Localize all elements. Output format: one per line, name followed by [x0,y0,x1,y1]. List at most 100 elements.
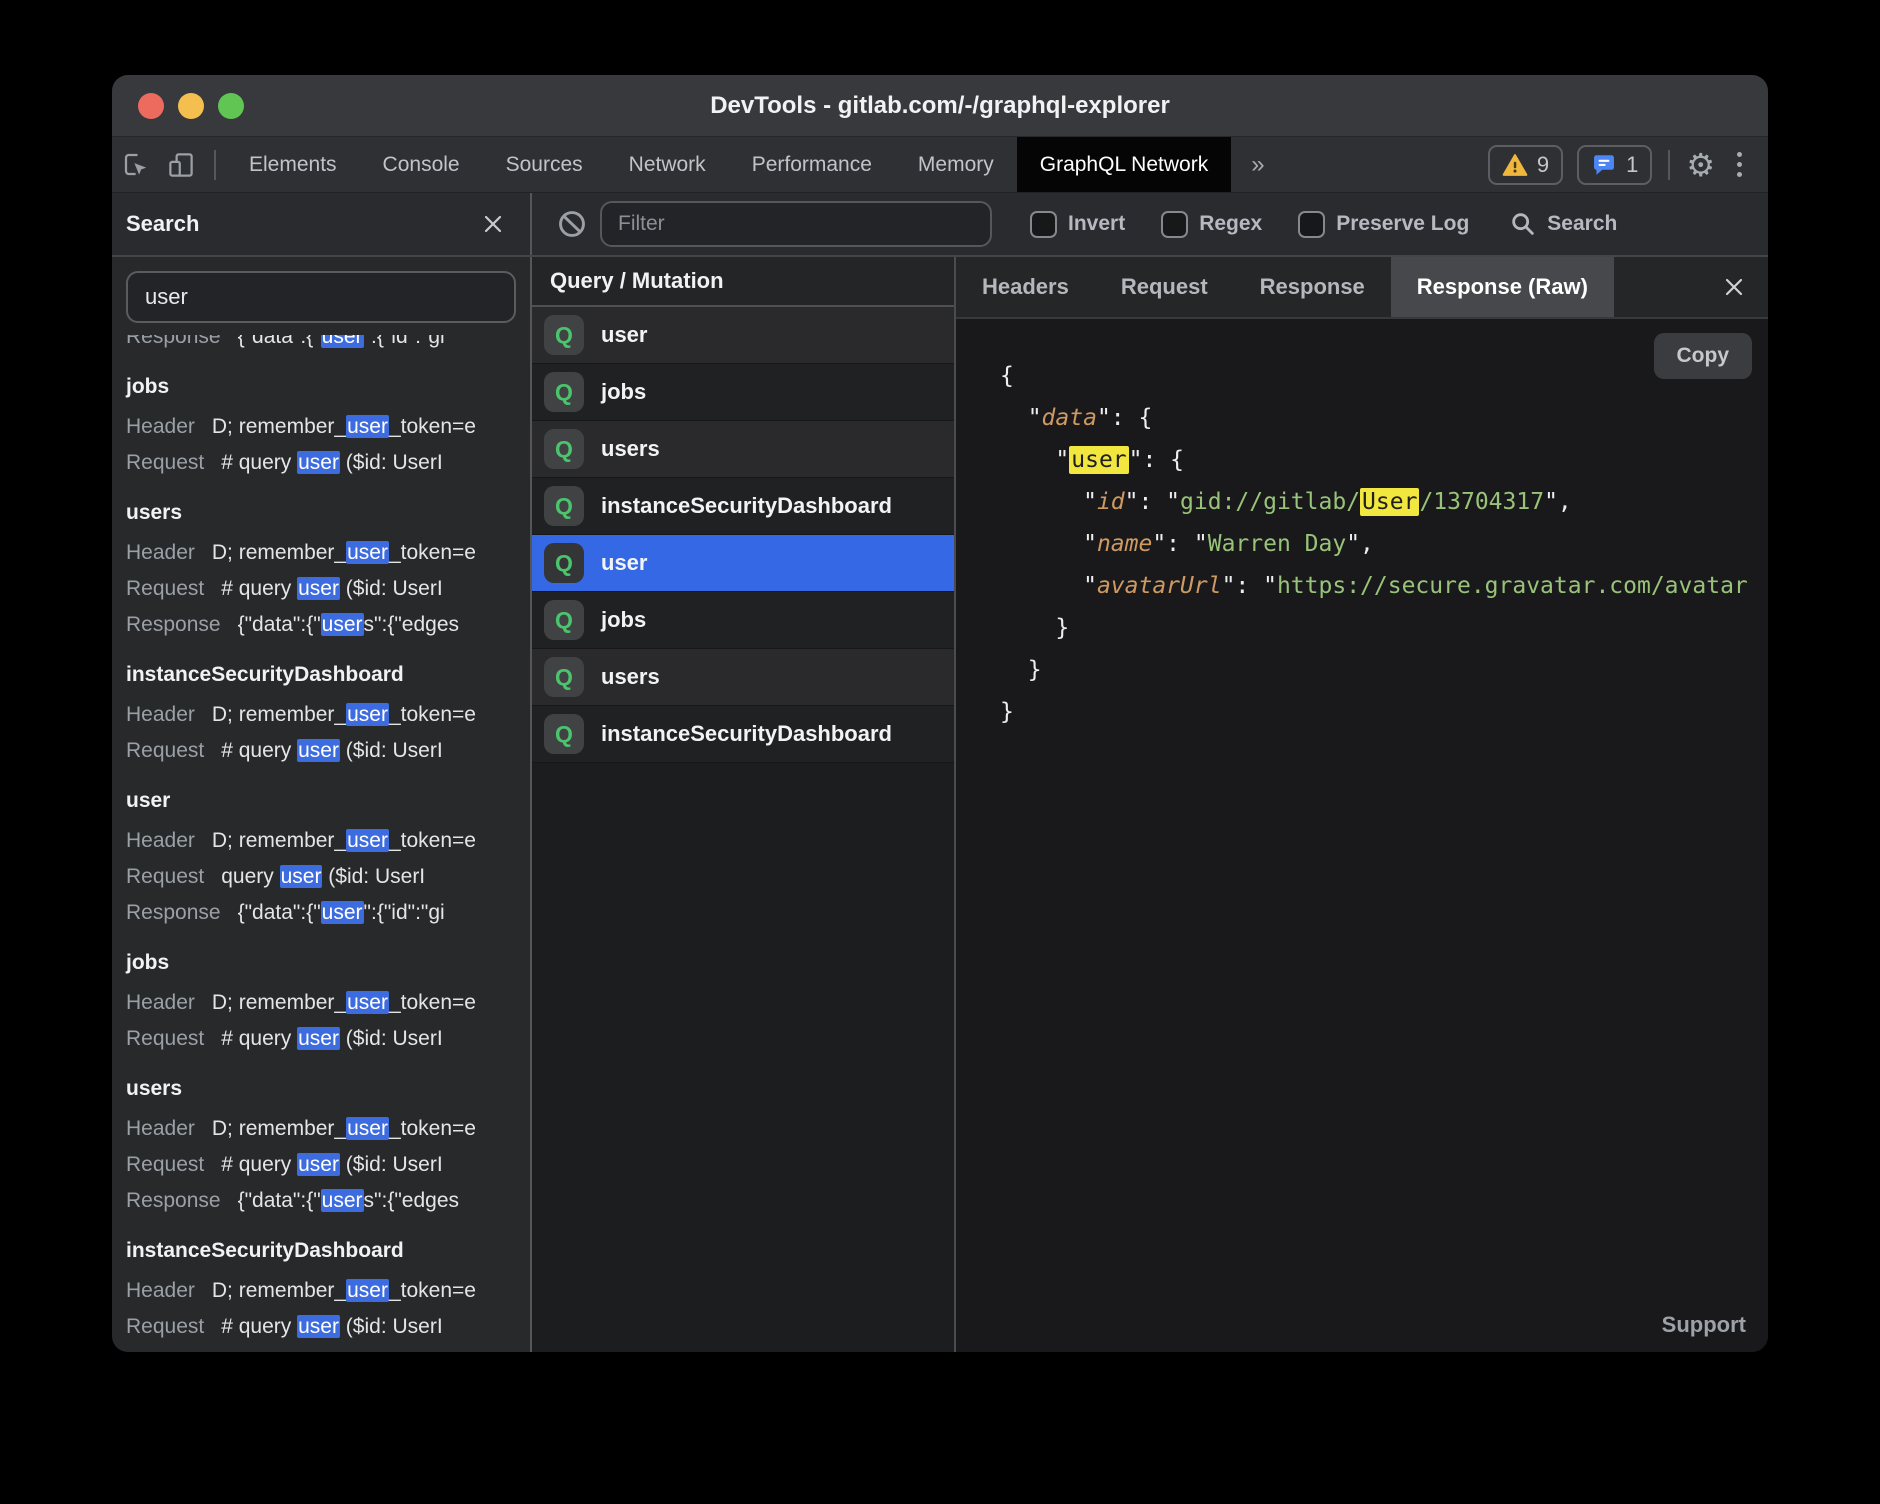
more-tabs-button[interactable]: » [1231,137,1284,192]
result-row-value: query user ($id: UserI [221,865,425,888]
device-toolbar-button[interactable] [158,137,204,192]
checkbox-box[interactable] [1298,211,1325,238]
tab-network[interactable]: Network [606,137,729,192]
search-query-input[interactable] [126,271,516,323]
search-result-row[interactable]: Request# query user ($id: UserI [112,445,530,481]
result-text-segment: # query [221,451,297,474]
clear-requests-icon[interactable] [556,208,588,240]
query-item-user[interactable]: Quser [532,307,954,364]
query-item-users[interactable]: Qusers [532,649,954,706]
search-result-row[interactable]: HeaderD; remember_user_token=e [112,1111,530,1147]
checkbox-box[interactable] [1161,211,1188,238]
query-type-badge: Q [544,315,584,355]
inspect-element-button[interactable] [112,137,158,192]
tab-performance[interactable]: Performance [729,137,895,192]
checkbox-box[interactable] [1030,211,1057,238]
warnings-badge[interactable]: 9 [1488,145,1563,185]
search-result-row[interactable]: Response{"data":{"users":{"edges [112,1183,530,1219]
query-item-label: user [601,322,647,348]
invert-checkbox[interactable]: Invert [1030,211,1125,238]
tab-response-raw[interactable]: Response (Raw) [1391,257,1614,317]
query-item-instancesecuritydashboard[interactable]: QinstanceSecurityDashboard [532,706,954,763]
search-result-row[interactable]: Response{"data":{"user":{"id":"gi [112,895,530,931]
query-item-user[interactable]: Quser [532,535,954,592]
tab-elements[interactable]: Elements [226,137,360,192]
copy-button[interactable]: Copy [1654,333,1753,379]
search-result-row[interactable]: Request# query user ($id: UserI [112,733,530,769]
match-highlight: user [297,1315,340,1338]
result-text-segment: # query [221,1315,297,1338]
result-row-label: Header [126,703,195,726]
json-segment: } [1000,657,1042,683]
zoom-window-button[interactable] [218,93,244,119]
search-result-row[interactable]: HeaderD; remember_user_token=e [112,409,530,445]
search-result-row[interactable]: Request# query user ($id: UserI [112,1147,530,1183]
result-text-segment: _token=e [389,829,476,852]
json-segment: Warren Day [1208,531,1346,557]
search-result-row[interactable]: Header D; remember_user_token=e [112,697,530,733]
response-tabbar: HeadersRequestResponseResponse (Raw) [956,257,1768,319]
json-line: "user": { [1000,439,1768,481]
result-row-value: D; remember_user_token=e [212,991,476,1014]
search-panel: Response{"data":{"user":{"id":"gijobsHea… [112,257,532,1352]
json-segment: avatarUrl [1097,573,1222,599]
result-row-label: Request [126,1315,204,1338]
preserve-log-checkbox[interactable]: Preserve Log [1298,211,1469,238]
match-highlight: user [346,829,389,852]
result-row-label: Request [126,1153,204,1176]
tab-memory[interactable]: Memory [895,137,1017,192]
inspect-cursor-icon [120,150,150,180]
regex-checkbox[interactable]: Regex [1161,211,1262,238]
close-window-button[interactable] [138,93,164,119]
close-search-panel-button[interactable] [476,207,510,241]
result-row-label: Request [126,1027,204,1050]
search-result-row[interactable]: Response{"data":{"users":{"edges [112,607,530,643]
query-type-badge: Q [544,543,584,583]
search-result-row[interactable]: HeaderD; remember_user_token=e [112,823,530,859]
support-link[interactable]: Support [1662,1312,1746,1338]
filter-input[interactable] [600,201,992,247]
minimize-window-button[interactable] [178,93,204,119]
query-item-jobs[interactable]: Qjobs [532,364,954,421]
network-search-button[interactable]: Search [1509,210,1617,238]
json-line: } [1000,691,1768,733]
search-result-row[interactable]: HeaderD; remember_user_token=e [112,535,530,571]
tab-sources[interactable]: Sources [483,137,606,192]
search-result-row[interactable]: Response{"data":{"user":{"id":"gi [112,335,530,355]
query-item-users[interactable]: Qusers [532,421,954,478]
tab-console[interactable]: Console [360,137,483,192]
query-item-instancesecuritydashboard[interactable]: QinstanceSecurityDashboard [532,478,954,535]
main-tab-strip: ElementsConsoleSourcesNetworkPerformance… [226,137,1231,192]
search-result-row[interactable]: Request# query user ($id: UserI [112,1309,530,1345]
issues-badge[interactable]: 1 [1577,145,1652,185]
search-highlight: User [1360,488,1419,516]
result-row-value: {"data":{"user":{"id":"gi [238,335,445,348]
tab-graphql-network[interactable]: GraphQL Network [1017,137,1231,192]
match-highlight: user [346,541,389,564]
search-result-row[interactable]: Requestquery user ($id: UserI [112,859,530,895]
more-options-kebab-icon[interactable] [1729,152,1750,177]
tab-response[interactable]: Response [1234,257,1391,317]
search-result-row[interactable]: Request# query user ($id: UserI [112,571,530,607]
result-text-segment: D; remember_ [212,703,346,726]
response-raw-content: Copy { "data": { "user": { "id": "gid://… [956,319,1768,1352]
search-result-row[interactable]: HeaderD; remember_user_token=e [112,1273,530,1309]
result-text-segment: # query [221,1027,297,1050]
tab-headers[interactable]: Headers [956,257,1095,317]
result-text-segment: ($id: UserI [340,577,443,600]
network-search-label: Search [1547,212,1617,236]
match-highlight: user [346,1279,389,1302]
search-result-row[interactable]: HeaderD; remember_user_token=e [112,985,530,1021]
tab-request[interactable]: Request [1095,257,1234,317]
result-text-segment: s":{"edges [364,613,459,636]
close-details-button[interactable] [1700,257,1768,317]
settings-gear-icon[interactable]: ⚙ [1686,149,1715,181]
query-item-jobs[interactable]: Qjobs [532,592,954,649]
result-row-value: D; remember_user_token=e [212,1117,476,1140]
checkbox-label: Preserve Log [1336,212,1469,236]
search-result-row[interactable]: Request# query user ($id: UserI [112,1021,530,1057]
result-row-label: Request [126,739,204,762]
result-row-value: D; remember_user_token=e [212,703,476,726]
search-panel-title: Search [126,211,199,237]
result-text-segment: s":{"edges [364,1189,459,1212]
